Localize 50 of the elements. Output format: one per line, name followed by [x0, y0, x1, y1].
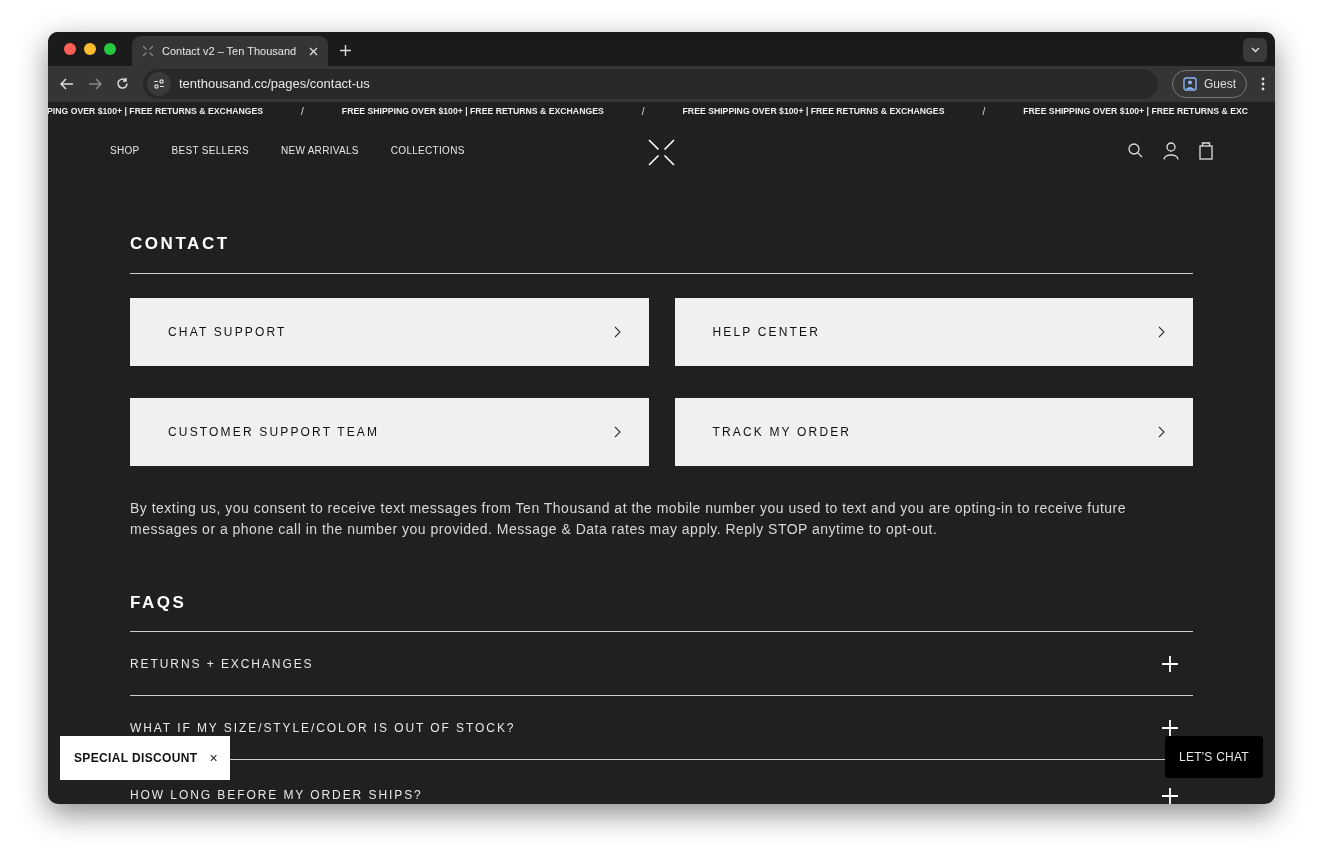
reload-icon[interactable]: [116, 77, 129, 91]
plus-icon: [1162, 719, 1178, 736]
announcement-text: FREE SHIPPING OVER $100+ | FREE RETURNS & EXCHANGES: [682, 104, 945, 118]
site-settings-icon[interactable]: [153, 78, 165, 89]
chevron-down-icon: [1250, 47, 1260, 53]
contact-option-card[interactable]: CUSTOMER SUPPORT TEAM: [130, 397, 649, 466]
nav-link[interactable]: BEST SELLERS: [171, 143, 249, 159]
discount-popup[interactable]: SPECIAL DISCOUNT ×: [60, 736, 230, 780]
zoom-window-button[interactable]: [104, 43, 116, 55]
nav-link[interactable]: SHOP: [110, 143, 140, 159]
announcement-text: PING OVER $100+ | FREE RETURNS & EXCHANGES: [48, 104, 264, 118]
contact-option-card[interactable]: TRACK MY ORDER: [674, 397, 1193, 466]
separator-slash: /: [301, 104, 304, 119]
separator-slash: /: [982, 104, 986, 119]
plus-icon: [1162, 788, 1178, 804]
section-heading: FAQS: [130, 589, 1193, 632]
person-icon: [1183, 76, 1197, 91]
forward-arrow-icon[interactable]: [88, 77, 102, 90]
account-icon[interactable]: [1163, 141, 1179, 160]
chevron-right-icon: [613, 325, 621, 338]
chevron-right-icon: [1158, 425, 1165, 438]
menu-icon[interactable]: [1261, 76, 1265, 91]
tab-list-button[interactable]: [1243, 38, 1267, 62]
url-text: tenthousand.cc/pages/contact-us: [179, 75, 370, 94]
faq-item[interactable]: RETURNS + EXCHANGES: [130, 632, 1193, 696]
search-icon[interactable]: [1128, 143, 1143, 159]
back-arrow-icon[interactable]: [60, 77, 74, 90]
logo-icon: [142, 45, 154, 57]
shopping-bag-icon[interactable]: [1199, 141, 1213, 160]
minimize-window-button[interactable]: [84, 43, 96, 55]
chevron-right-icon: [1158, 325, 1165, 338]
browser-tab[interactable]: Contact v2 – Ten Thousand: [132, 36, 328, 66]
contact-option-card[interactable]: CHAT SUPPORT: [130, 297, 649, 366]
chevron-right-icon: [613, 425, 621, 438]
close-icon[interactable]: [309, 46, 318, 56]
section-heading: CONTACT: [130, 231, 1193, 274]
logo-icon[interactable]: [648, 138, 675, 166]
announcement-text: FREE SHIPPING OVER $100+ | FREE RETURNS & EXC: [1023, 104, 1248, 118]
close-window-button[interactable]: [64, 43, 76, 55]
separator-slash: /: [641, 104, 645, 119]
nav-link[interactable]: COLLECTIONS: [390, 143, 465, 159]
nav-link[interactable]: NEW ARRIVALS: [280, 143, 359, 159]
chat-button[interactable]: LET'S CHAT: [1165, 736, 1263, 778]
address-bar[interactable]: tenthousand.cc/pages/contact-us: [143, 68, 1158, 99]
consent-paragraph: By texting us, you consent to receive text messages from Ten Thousand at the mobile number you used to text and you are opting-in to receive future messages or a phone call in the number you provided. Message & Data rates may apply. Reply STOP anytime to opt-out.: [130, 498, 1128, 539]
contact-option-card[interactable]: HELP CENTER: [674, 297, 1193, 366]
announcement-text: FREE SHIPPING OVER $100+ | FREE RETURNS & EXCHANGES: [341, 104, 604, 118]
plus-icon: [1162, 655, 1178, 672]
new-tab-icon[interactable]: [340, 45, 351, 56]
tab-title: Contact v2 – Ten Thousand: [162, 43, 298, 59]
